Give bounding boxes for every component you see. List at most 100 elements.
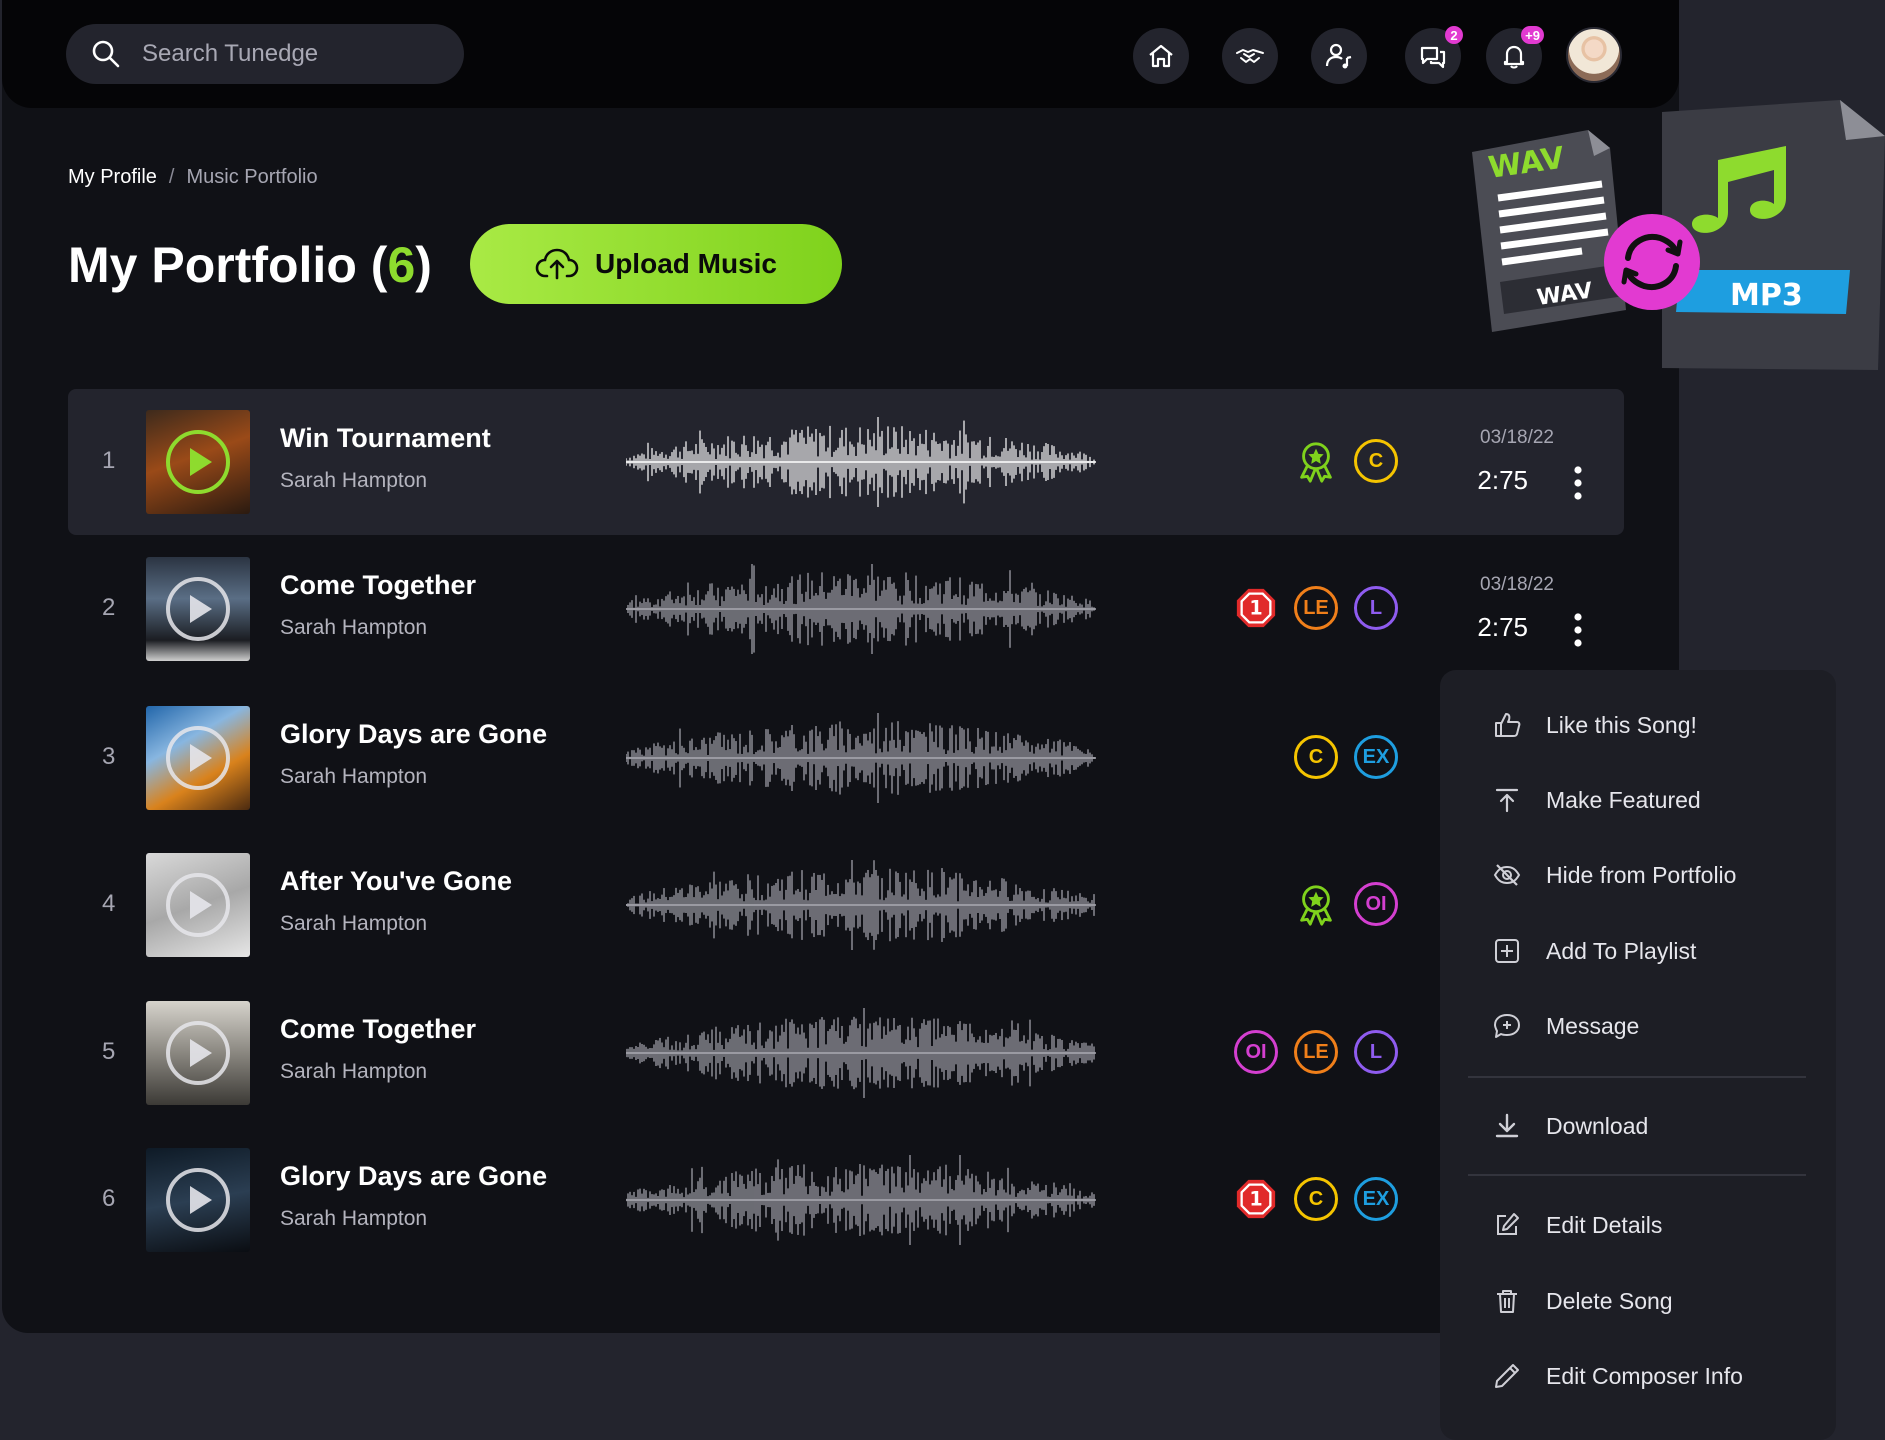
waveform[interactable] <box>626 1008 1096 1098</box>
more-options-icon[interactable] <box>1572 612 1584 648</box>
track-title[interactable]: Glory Days are Gone <box>280 719 547 750</box>
track-artist[interactable]: Sarah Hampton <box>280 912 427 936</box>
track-number: 5 <box>102 1038 116 1065</box>
home-icon <box>1149 44 1173 68</box>
upload-music-button[interactable]: Upload Music <box>470 224 842 304</box>
menu-message[interactable]: Message <box>1492 1011 1639 1041</box>
edit-icon <box>1497 1213 1519 1235</box>
count-open: ( <box>370 237 388 293</box>
album-art <box>146 853 250 957</box>
menu-make-featured[interactable]: Make Featured <box>1492 785 1701 815</box>
breadcrumb-music-portfolio: Music Portfolio <box>186 166 318 188</box>
rank-badge-label: 1 <box>1249 597 1262 620</box>
track-tags: C EX <box>1294 735 1398 779</box>
track-number: 4 <box>102 890 116 917</box>
deals-button[interactable] <box>1222 28 1278 84</box>
waveform[interactable] <box>626 713 1096 803</box>
track-title[interactable]: After You've Gone <box>280 866 512 897</box>
chat-icon <box>1420 46 1446 69</box>
user-music-icon <box>1325 43 1352 69</box>
track-title[interactable]: Come Together <box>280 570 476 601</box>
search-icon <box>92 40 120 68</box>
menu-hide-from-portfolio[interactable]: Hide from Portfolio <box>1492 860 1736 890</box>
album-art <box>146 706 250 810</box>
track-artist[interactable]: Sarah Hampton <box>280 1207 427 1231</box>
track-row[interactable]: 6 Glory Days are Gone Sarah Hampton 1 C EX <box>68 1127 1624 1273</box>
menu-divider <box>1468 1174 1806 1176</box>
wav-to-mp3-graphic: WAV WAV MP3 <box>1472 100 1885 370</box>
waveform[interactable] <box>626 1155 1096 1245</box>
search-input[interactable] <box>142 40 442 68</box>
more-options-icon[interactable] <box>1572 465 1584 501</box>
menu-featured-label: Make Featured <box>1546 786 1701 813</box>
track-date: 03/18/22 <box>1480 574 1554 595</box>
album-art <box>146 557 250 661</box>
play-icon[interactable] <box>166 873 230 937</box>
menu-like-song[interactable]: Like this Song! <box>1492 710 1697 740</box>
page-title-text: My Portfolio <box>68 237 357 293</box>
menu-add-to-playlist[interactable]: Add To Playlist <box>1492 936 1696 966</box>
track-tags: C <box>1294 439 1398 483</box>
play-icon[interactable] <box>166 430 230 494</box>
top-bar: 2 +9 <box>2 0 1679 108</box>
rank-badge-label: 1 <box>1249 1188 1262 1211</box>
track-artist[interactable]: Sarah Hampton <box>280 1060 427 1084</box>
track-artist[interactable]: Sarah Hampton <box>280 469 427 493</box>
track-date: 03/18/22 <box>1480 427 1554 448</box>
home-button[interactable] <box>1133 28 1189 84</box>
app-window: 2 +9 My Profile / Music Portfolio My Por… <box>2 0 1679 1333</box>
handshake-icon <box>1236 49 1264 63</box>
messages-button[interactable]: 2 <box>1405 26 1463 84</box>
track-tags: 1 LE L <box>1234 586 1398 630</box>
track-title[interactable]: Win Tournament <box>280 423 491 454</box>
menu-divider <box>1468 1076 1806 1078</box>
count-close: ) <box>415 237 432 293</box>
menu-delete-song[interactable]: Delete Song <box>1492 1286 1673 1316</box>
rank-badge: 1 <box>1234 1177 1278 1221</box>
search-bar[interactable] <box>66 24 464 84</box>
bell-icon <box>1503 45 1525 69</box>
license-tag: LE <box>1294 586 1338 630</box>
track-title[interactable]: Glory Days are Gone <box>280 1161 547 1192</box>
license-tag: EX <box>1354 1177 1398 1221</box>
menu-composer-label: Edit Composer Info <box>1546 1362 1743 1389</box>
upload-music-label: Upload Music <box>594 248 777 279</box>
menu-edit-composer-info[interactable]: Edit Composer Info <box>1492 1361 1743 1391</box>
track-row[interactable]: 1 Win Tournament Sarah Hampton C 03/18/22 2:7… <box>68 389 1624 535</box>
pencil-icon <box>1495 1364 1519 1388</box>
track-row[interactable]: 4 After You've Gone Sarah Hampton OI <box>68 832 1624 978</box>
menu-hide-label: Hide from Portfolio <box>1546 861 1737 888</box>
track-row[interactable]: 3 Glory Days are Gone Sarah Hampton C EX <box>68 685 1624 831</box>
menu-download-label: Download <box>1546 1112 1649 1139</box>
track-title[interactable]: Come Together <box>280 1014 476 1045</box>
waveform[interactable] <box>626 564 1096 654</box>
breadcrumb-my-profile[interactable]: My Profile <box>68 166 157 189</box>
notifications-button[interactable]: +9 <box>1486 26 1544 84</box>
play-icon[interactable] <box>166 1168 230 1232</box>
thumbs-up-icon <box>1495 713 1521 737</box>
license-tag: C <box>1354 439 1398 483</box>
track-artist[interactable]: Sarah Hampton <box>280 765 427 789</box>
avatar[interactable] <box>1566 27 1622 83</box>
menu-playlist-label: Add To Playlist <box>1546 937 1697 964</box>
track-row[interactable]: 5 Come Together Sarah Hampton OI LE L <box>68 980 1624 1126</box>
menu-download[interactable]: Download <box>1492 1111 1648 1141</box>
waveform[interactable] <box>626 860 1096 950</box>
track-tags: OI LE L <box>1234 1030 1398 1074</box>
album-art <box>146 410 250 514</box>
breadcrumb-separator: / <box>168 166 175 188</box>
waveform[interactable] <box>626 417 1096 507</box>
track-tags: 1 C EX <box>1234 1177 1398 1221</box>
track-number: 1 <box>102 447 116 474</box>
license-tag: LE <box>1294 1030 1338 1074</box>
track-artist[interactable]: Sarah Hampton <box>280 616 427 640</box>
play-icon[interactable] <box>166 726 230 790</box>
menu-edit-details[interactable]: Edit Details <box>1492 1210 1662 1240</box>
play-icon[interactable] <box>166 1021 230 1085</box>
track-row[interactable]: 2 Come Together Sarah Hampton 1 LE L 03/18/22 2… <box>68 536 1624 682</box>
artists-button[interactable] <box>1311 28 1367 84</box>
menu-edit-label: Edit Details <box>1546 1211 1663 1238</box>
play-icon[interactable] <box>166 577 230 641</box>
rank-badge: 1 <box>1234 586 1278 630</box>
license-tag: C <box>1294 735 1338 779</box>
